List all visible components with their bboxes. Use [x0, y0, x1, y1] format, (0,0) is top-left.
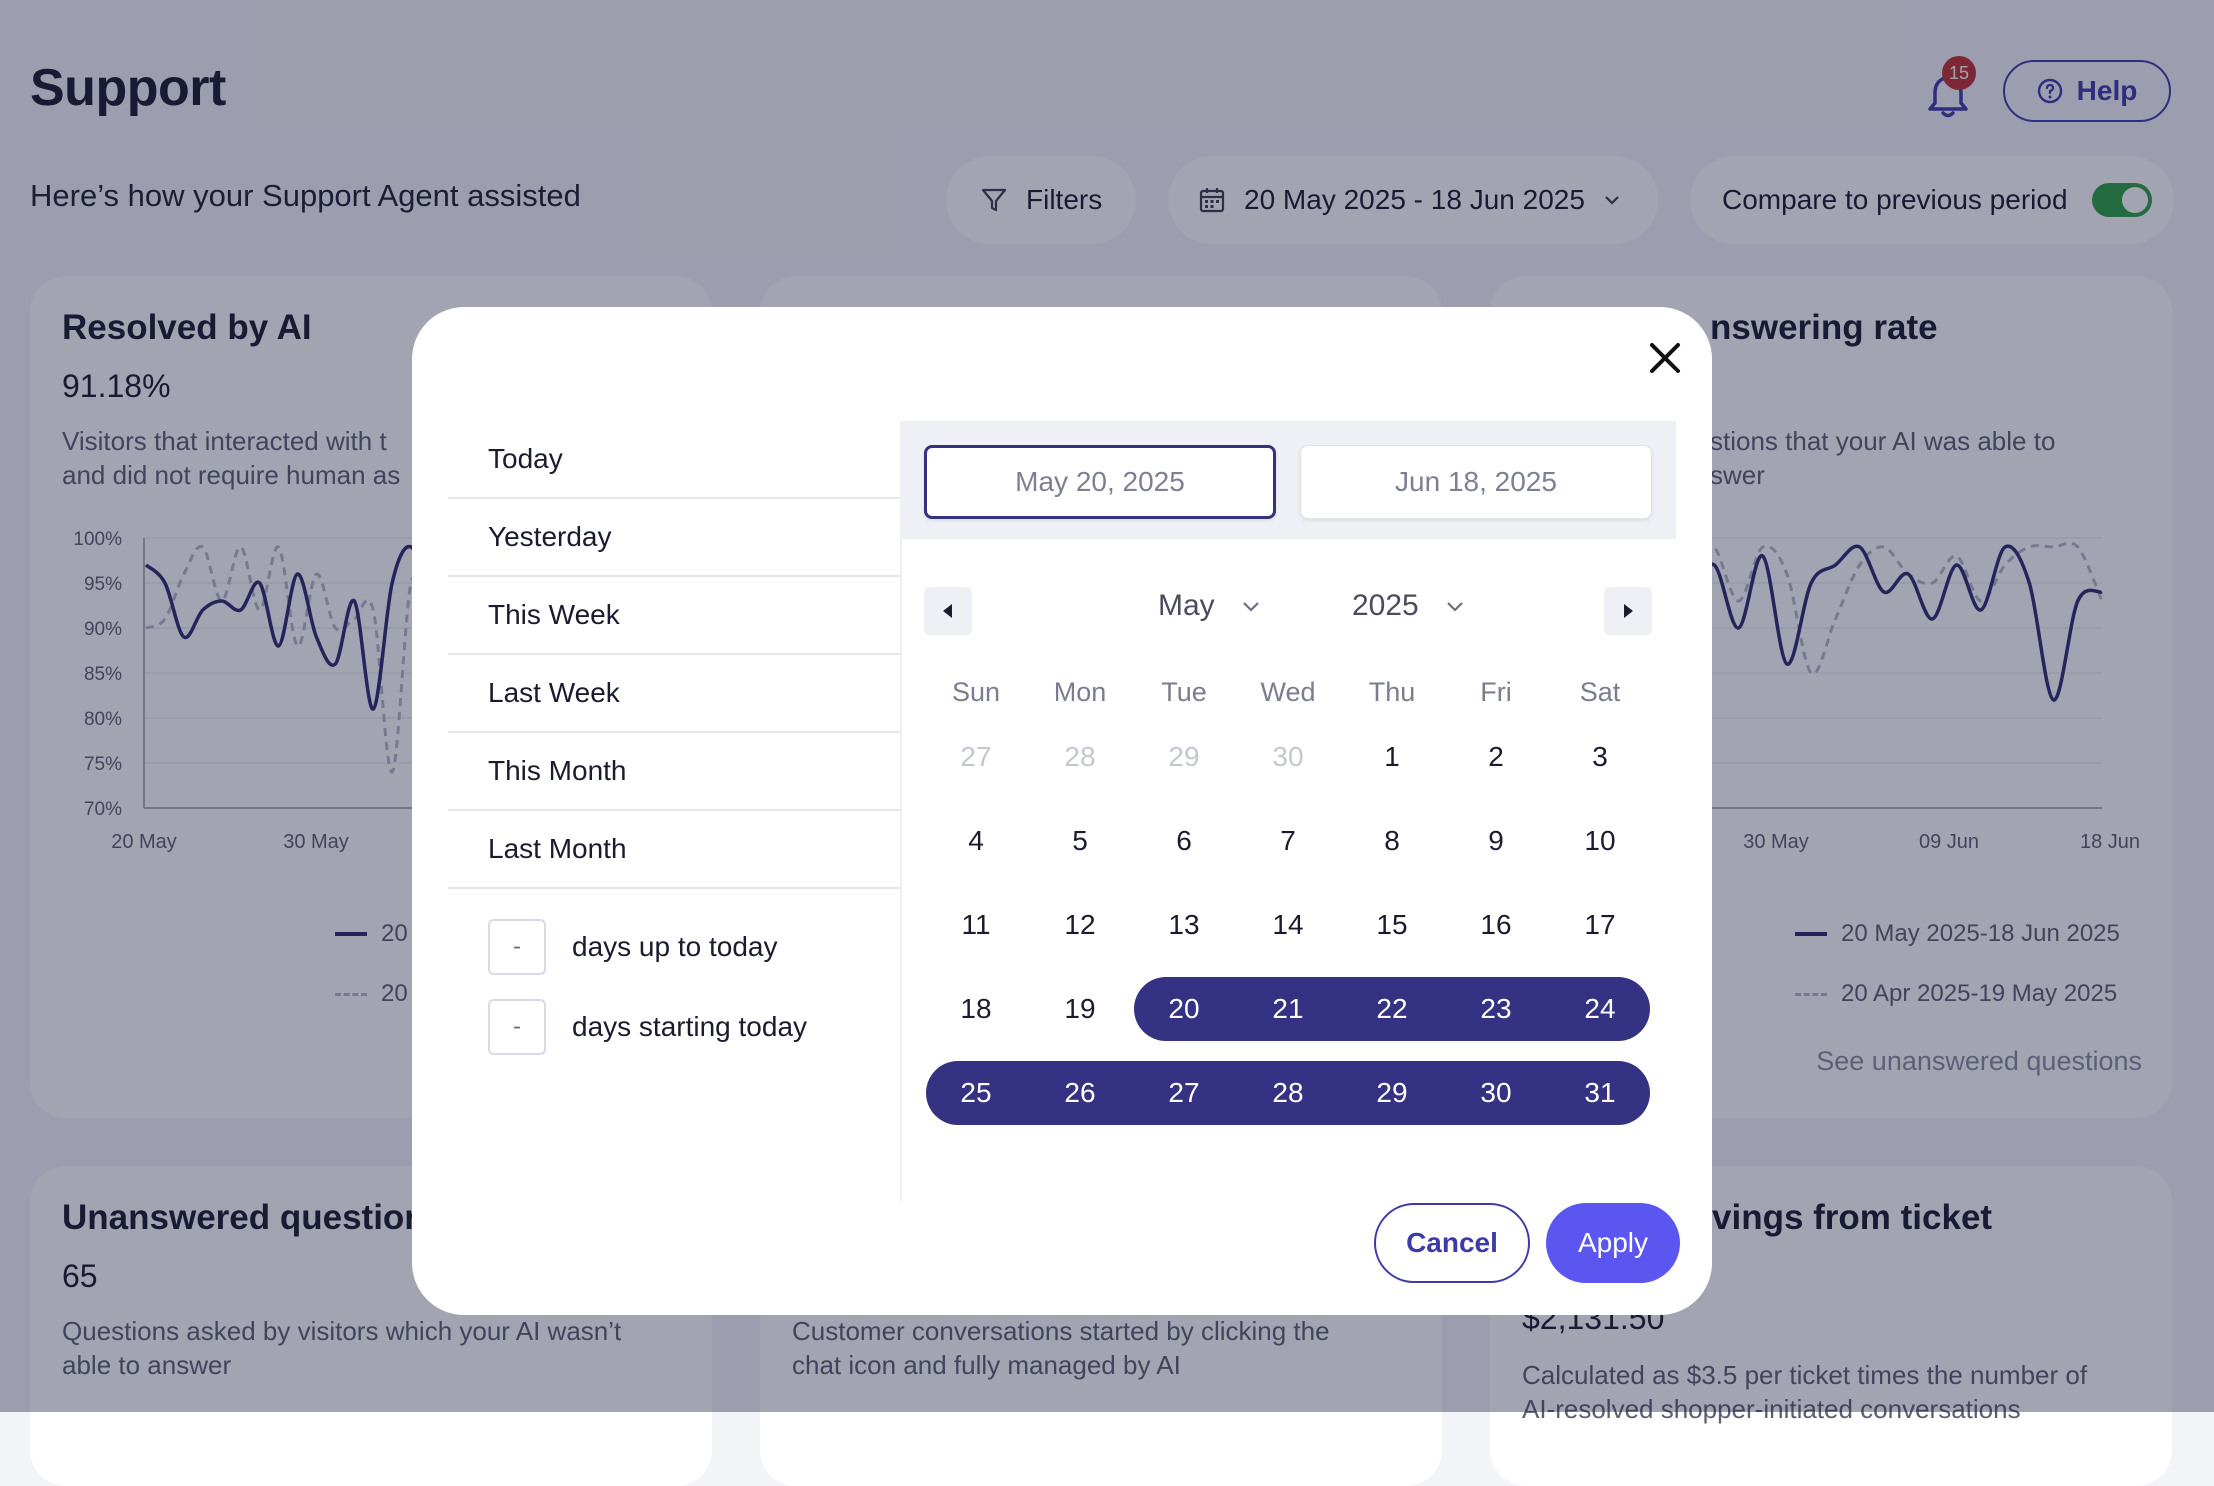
calendar-day[interactable]: 29 — [1132, 715, 1236, 799]
calendar-day[interactable]: 5 — [1028, 799, 1132, 883]
previous-month-button[interactable] — [924, 587, 972, 635]
calendar-day[interactable]: 7 — [1236, 799, 1340, 883]
calendar-day[interactable]: 29 — [1340, 1051, 1444, 1135]
month-select[interactable]: May — [1158, 589, 1261, 623]
calendar-day[interactable]: 27 — [924, 715, 1028, 799]
next-month-button[interactable] — [1604, 587, 1652, 635]
preset-yesterday[interactable]: Yesterday — [448, 499, 900, 577]
calendar-day[interactable]: 17 — [1548, 883, 1652, 967]
year-select-value: 2025 — [1352, 589, 1419, 622]
preset-this-week[interactable]: This Week — [448, 577, 900, 655]
calendar-day[interactable]: 23 — [1444, 967, 1548, 1051]
calendar-day[interactable]: 30 — [1236, 715, 1340, 799]
cancel-button[interactable]: Cancel — [1374, 1203, 1530, 1283]
calendar-day[interactable]: 13 — [1132, 883, 1236, 967]
preset-last-week[interactable]: Last Week — [448, 655, 900, 733]
calendar-day[interactable]: 8 — [1340, 799, 1444, 883]
caret-left-icon — [943, 604, 952, 618]
calendar-day[interactable]: 22 — [1340, 967, 1444, 1051]
calendar-day[interactable]: 26 — [1028, 1051, 1132, 1135]
calendar-day[interactable]: 28 — [1028, 715, 1132, 799]
end-date-field[interactable]: Jun 18, 2025 — [1300, 445, 1652, 519]
calendar-day[interactable]: 2 — [1444, 715, 1548, 799]
preset-last-month[interactable]: Last Month — [448, 811, 900, 889]
start-date-field[interactable]: May 20, 2025 — [924, 445, 1276, 519]
calendar-day[interactable]: 14 — [1236, 883, 1340, 967]
calendar-day[interactable]: 16 — [1444, 883, 1548, 967]
weekday-label: Fri — [1480, 677, 1512, 707]
calendar-day[interactable]: 3 — [1548, 715, 1652, 799]
weekday-label: Mon — [1053, 677, 1107, 707]
calendar-day[interactable]: 18 — [924, 967, 1028, 1051]
days-up-to-today-label: days up to today — [572, 931, 778, 962]
preset-this-month[interactable]: This Month — [448, 733, 900, 811]
calendar-day[interactable]: 21 — [1236, 967, 1340, 1051]
calendar-day[interactable]: 11 — [924, 883, 1028, 967]
date-range-inputs: May 20, 2025 Jun 18, 2025 — [900, 421, 1676, 539]
weekday-label: Thu — [1368, 677, 1416, 707]
calendar-day[interactable]: 28 — [1236, 1051, 1340, 1135]
calendar-day[interactable]: 25 — [924, 1051, 1028, 1135]
calendar-day[interactable]: 15 — [1340, 883, 1444, 967]
calendar-day[interactable]: 9 — [1444, 799, 1548, 883]
calendar-day[interactable]: 6 — [1132, 799, 1236, 883]
calendar-day[interactable]: 24 — [1548, 967, 1652, 1051]
calendar-day[interactable]: 31 — [1548, 1051, 1652, 1135]
weekday-label: Sun — [951, 677, 1001, 707]
year-select[interactable]: 2025 — [1352, 589, 1465, 623]
days-starting-today-label: days starting today — [572, 1011, 808, 1042]
caret-right-icon — [1624, 604, 1633, 618]
calendar-day[interactable]: 27 — [1132, 1051, 1236, 1135]
chevron-down-icon — [1446, 602, 1463, 612]
days-starting-today-input[interactable]: - — [488, 999, 546, 1055]
preset-list: Today Yesterday This Week Last Week This… — [448, 421, 900, 889]
calendar-day[interactable]: 19 — [1028, 967, 1132, 1051]
days-starting-today-row: - days starting today — [488, 999, 807, 1055]
calendar-day[interactable]: 10 — [1548, 799, 1652, 883]
calendar-day[interactable]: 30 — [1444, 1051, 1548, 1135]
days-up-to-today-row: - days up to today — [488, 919, 777, 975]
close-icon[interactable] — [1644, 337, 1686, 379]
preset-today[interactable]: Today — [448, 421, 900, 499]
calendar-day[interactable]: 20 — [1132, 967, 1236, 1051]
days-up-to-today-input[interactable]: - — [488, 919, 546, 975]
chevron-down-icon — [1242, 602, 1259, 612]
calendar-day[interactable]: 4 — [924, 799, 1028, 883]
month-select-value: May — [1158, 589, 1215, 622]
weekday-label: Wed — [1260, 677, 1316, 707]
calendar-day[interactable]: 1 — [1340, 715, 1444, 799]
date-range-modal: Today Yesterday This Week Last Week This… — [412, 307, 1712, 1315]
weekday-label: Sat — [1579, 677, 1621, 707]
weekday-label: Tue — [1161, 677, 1207, 707]
apply-button[interactable]: Apply — [1546, 1203, 1680, 1283]
calendar-day[interactable]: 12 — [1028, 883, 1132, 967]
